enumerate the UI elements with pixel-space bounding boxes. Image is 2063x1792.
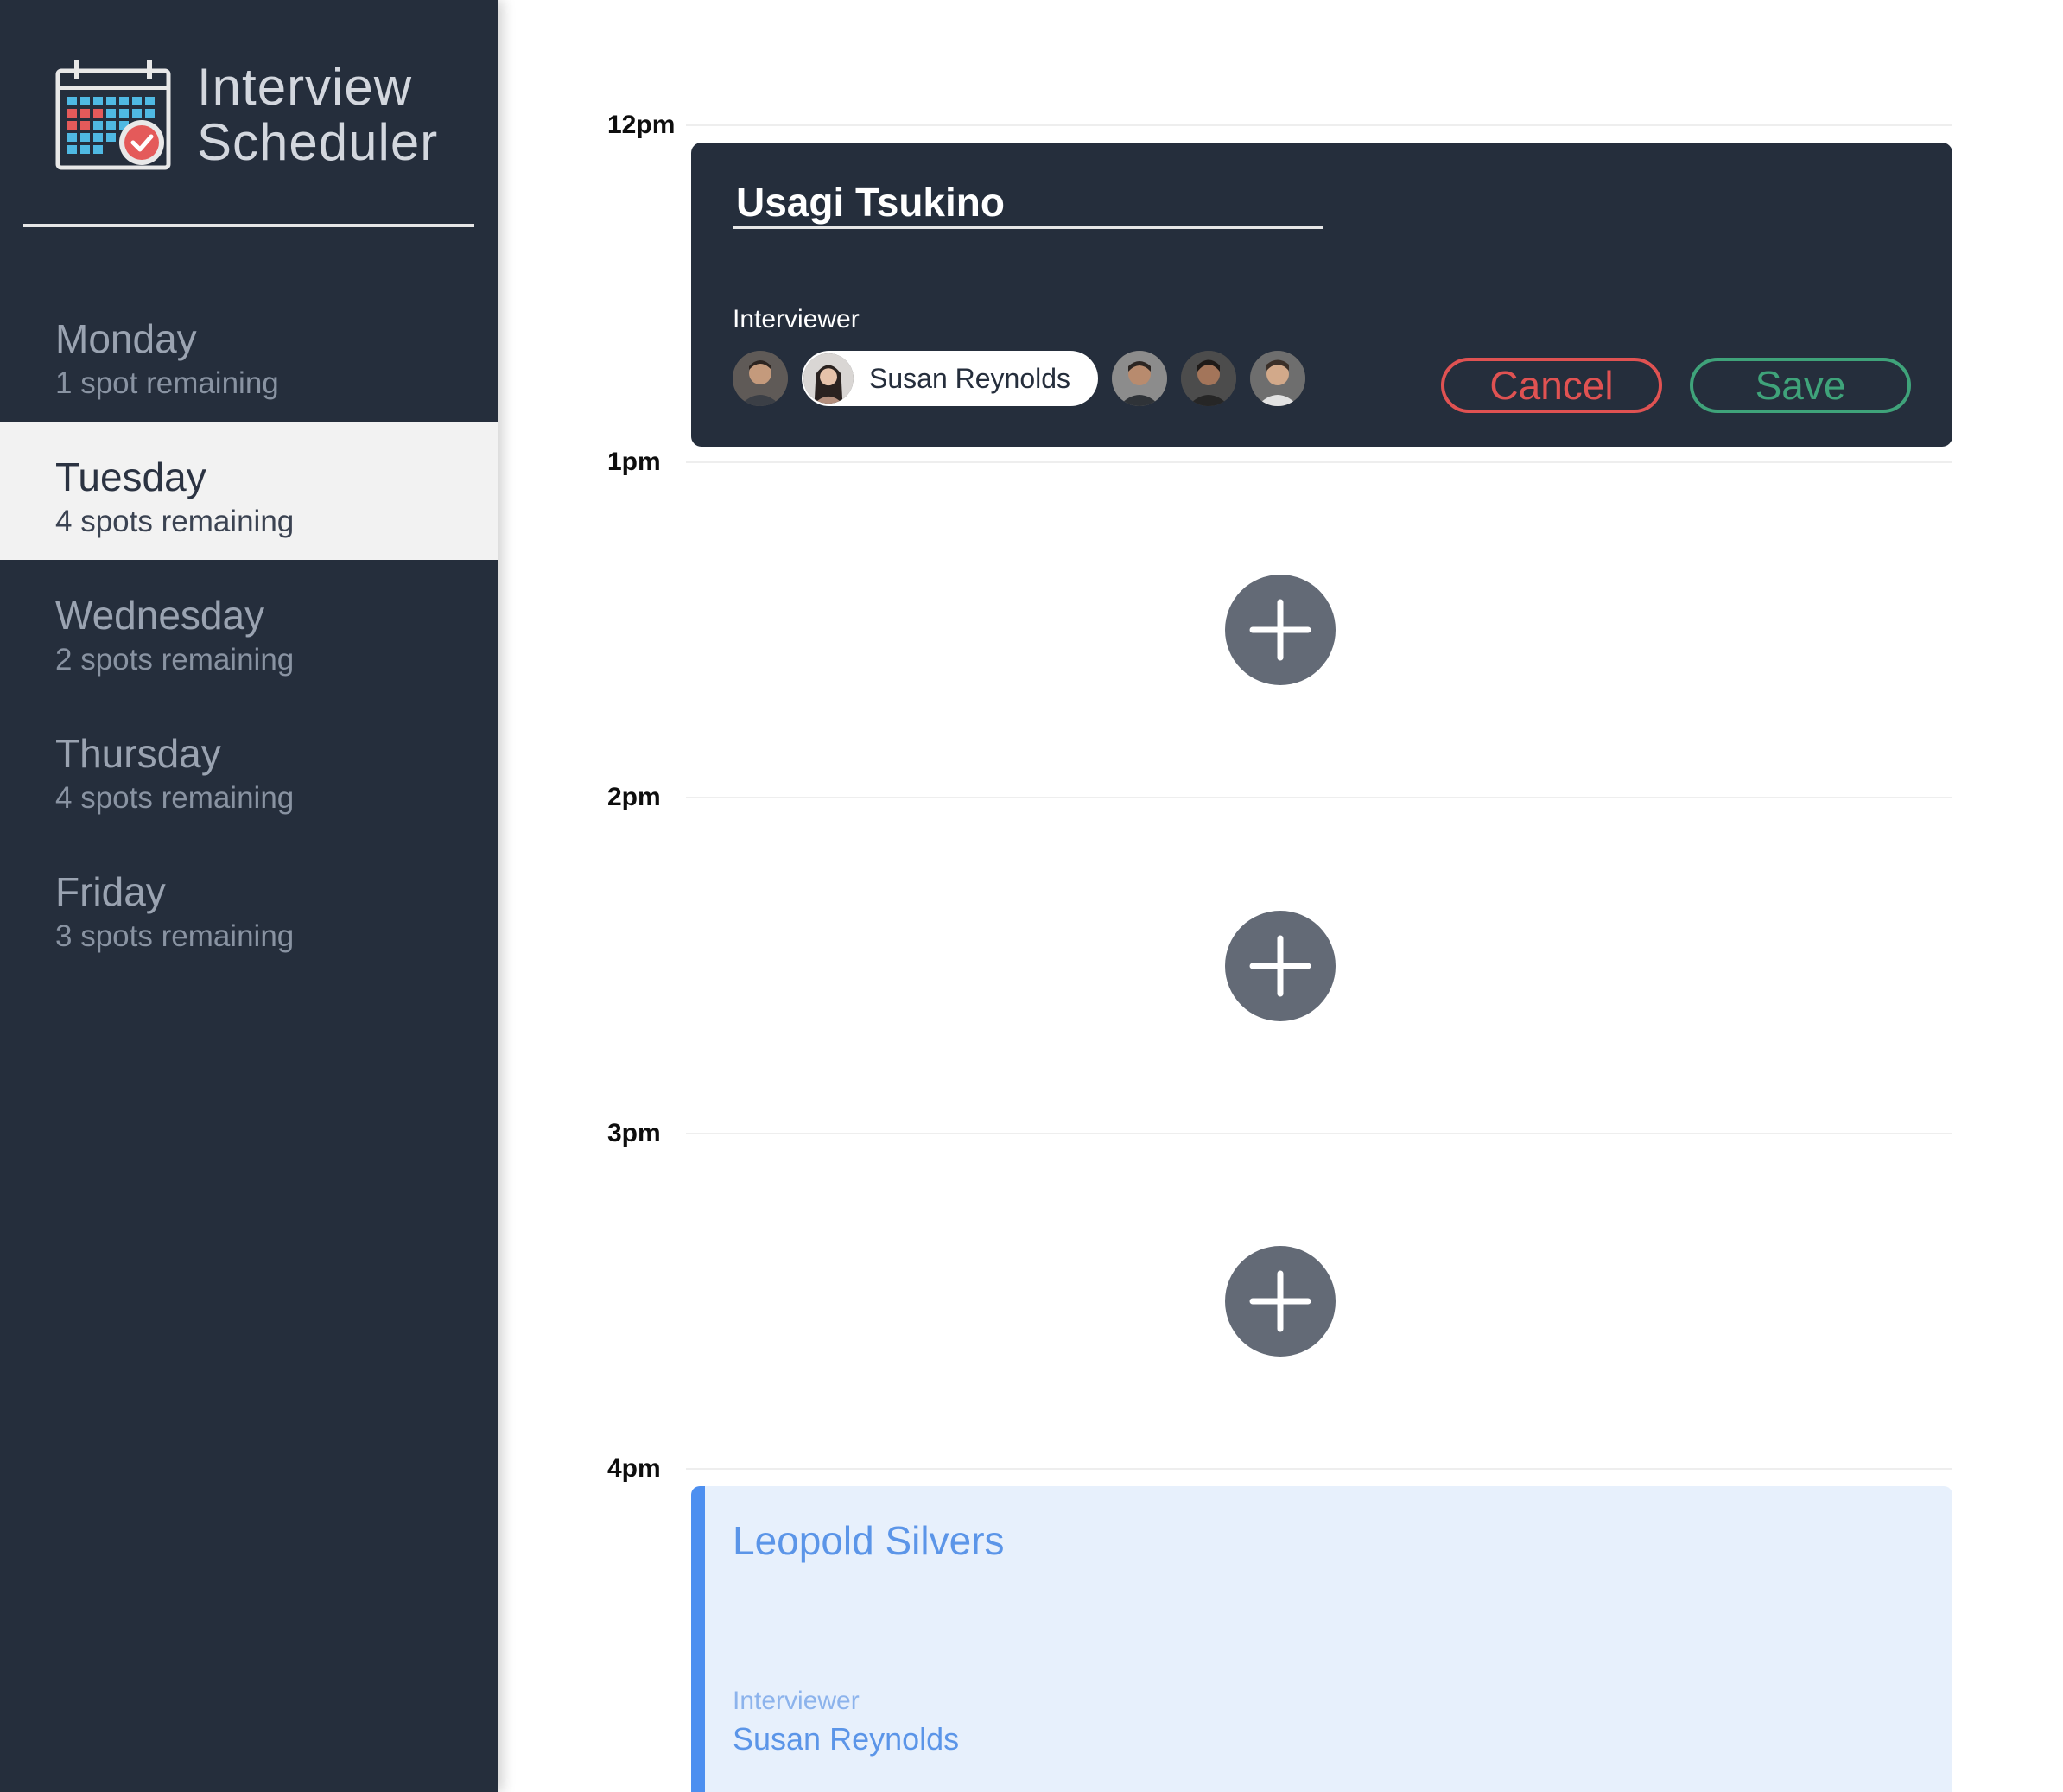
day-name: Tuesday — [55, 454, 206, 499]
day-spots: 3 spots remaining — [55, 919, 295, 953]
student-name-input[interactable] — [733, 177, 1323, 229]
plus-icon — [1249, 1270, 1311, 1332]
time-label-12pm: 12pm — [607, 111, 676, 139]
add-appointment-button[interactable] — [1225, 911, 1336, 1021]
appointment-card[interactable]: Leopold Silvers Interviewer Susan Reynol… — [691, 1486, 1952, 1792]
add-appointment-button[interactable] — [1225, 575, 1336, 685]
person-icon — [1250, 351, 1306, 406]
appointment-interviewer-name: Susan Reynolds — [733, 1721, 960, 1757]
person-icon — [1181, 351, 1237, 406]
day-spots: 4 spots remaining — [55, 505, 295, 538]
app-title: Interview Scheduler — [197, 60, 438, 170]
time-label-3pm: 3pm — [607, 1119, 661, 1147]
selected-interviewer-pill[interactable]: Susan Reynolds — [802, 351, 1099, 406]
sidebar-divider — [23, 224, 474, 227]
interviewer-list: Susan Reynolds — [733, 350, 1319, 407]
time-label-4pm: 4pm — [607, 1454, 661, 1483]
time-separator — [686, 461, 1952, 463]
time-separator — [686, 797, 1952, 798]
day-name: Wednesday — [55, 593, 265, 638]
time-separator — [686, 1133, 1952, 1134]
interviewer-avatar — [803, 353, 854, 404]
brand: Interview Scheduler — [55, 59, 438, 171]
interviewer-avatar[interactable] — [1250, 351, 1306, 406]
day-spots: 4 spots remaining — [55, 781, 295, 815]
day-item-friday[interactable]: Friday 3 spots remaining — [0, 836, 498, 975]
time-label-2pm: 2pm — [607, 783, 661, 811]
time-separator — [686, 1468, 1952, 1470]
interviewer-avatar[interactable] — [1112, 351, 1168, 406]
selected-interviewer-name: Susan Reynolds — [869, 362, 1071, 394]
day-name: Friday — [55, 869, 166, 914]
appointment-form: Interviewer Susan Reynolds — [691, 143, 1952, 447]
day-item-thursday[interactable]: Thursday 4 spots remaining — [0, 698, 498, 836]
day-name: Thursday — [55, 731, 221, 776]
person-icon — [733, 351, 788, 406]
day-item-monday[interactable]: Monday 1 spot remaining — [0, 283, 498, 422]
add-appointment-button[interactable] — [1225, 1246, 1336, 1357]
day-name: Monday — [55, 316, 197, 361]
interviewer-avatar[interactable] — [733, 351, 788, 406]
calendar-logo-icon — [55, 60, 171, 170]
appointment-student-name: Leopold Silvers — [733, 1518, 1005, 1563]
app-title-line2: Scheduler — [197, 113, 439, 171]
person-icon — [803, 353, 854, 404]
cancel-button[interactable]: Cancel — [1441, 358, 1662, 413]
app: Interview Scheduler Monday 1 spot remain… — [0, 0, 2063, 1792]
day-item-tuesday[interactable]: Tuesday 4 spots remaining — [0, 422, 498, 560]
plus-icon — [1249, 599, 1311, 661]
person-icon — [1112, 351, 1168, 406]
appointment-interviewer-label: Interviewer — [733, 1687, 860, 1715]
day-item-wednesday[interactable]: Wednesday 2 spots remaining — [0, 560, 498, 698]
time-label-1pm: 1pm — [607, 448, 661, 476]
interviewer-label: Interviewer — [733, 305, 860, 334]
plus-icon — [1249, 935, 1311, 997]
day-spots: 2 spots remaining — [55, 643, 295, 677]
time-separator — [686, 124, 1952, 126]
interviewer-avatar[interactable] — [1181, 351, 1237, 406]
day-spots: 1 spot remaining — [55, 366, 279, 400]
app-title-line1: Interview — [197, 58, 413, 116]
sidebar: Interview Scheduler Monday 1 spot remain… — [0, 0, 498, 1792]
save-button[interactable]: Save — [1690, 358, 1911, 413]
